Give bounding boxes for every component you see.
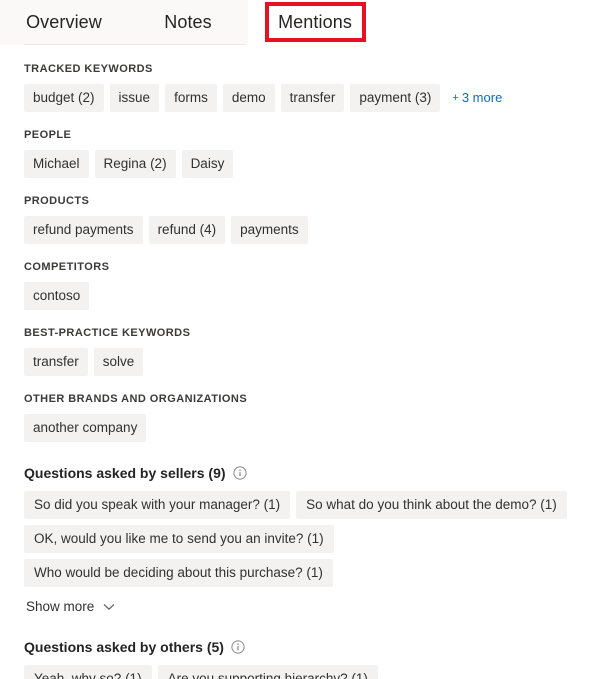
show-more-label: Show more	[26, 599, 95, 614]
chip-brand[interactable]: another company	[24, 414, 147, 442]
chip-row-people: Michael Regina (2) Daisy	[24, 150, 586, 178]
chip-person[interactable]: Daisy	[181, 150, 234, 178]
chip-best-practice-keyword[interactable]: solve	[93, 348, 144, 376]
chip-keyword[interactable]: forms	[165, 84, 217, 112]
section-tracked-keywords: TRACKED KEYWORDS budget (2) issue forms …	[24, 62, 586, 112]
tab-underline	[24, 44, 246, 45]
chip-question[interactable]: So what do you think about the demo? (1)	[296, 491, 567, 519]
chip-question[interactable]: Who would be deciding about this purchas…	[24, 559, 333, 587]
chip-row-questions-others: Yeah, why so? (1) Are you supporting hie…	[24, 665, 586, 679]
show-more-keywords-label: 3 more	[461, 90, 503, 105]
section-header-tracked-keywords: TRACKED KEYWORDS	[24, 63, 153, 75]
section-header-competitors: COMPETITORS	[24, 261, 110, 273]
questions-sellers-header: Questions asked by sellers (9)	[24, 464, 586, 482]
section-header-other-brands: OTHER BRANDS AND ORGANIZATIONS	[24, 393, 248, 405]
tab-bar: Overview Notes Mentions	[0, 0, 600, 45]
tab-notes-label: Notes	[164, 12, 212, 32]
info-icon[interactable]	[232, 466, 247, 480]
chip-keyword[interactable]: transfer	[280, 84, 345, 112]
chip-keyword[interactable]: payment (3)	[350, 84, 441, 112]
chip-row-tracked-keywords: budget (2) issue forms demo transfer pay…	[24, 84, 586, 112]
chip-question[interactable]: Yeah, why so? (1)	[24, 665, 152, 679]
chip-best-practice-keyword[interactable]: transfer	[24, 348, 88, 376]
tab-notes[interactable]: Notes	[128, 0, 248, 45]
chevron-down-icon	[103, 603, 115, 611]
chip-row-other-brands: another company	[24, 414, 586, 442]
tab-mentions-label: Mentions	[278, 12, 352, 32]
chip-row-questions-sellers: So did you speak with your manager? (1) …	[24, 491, 586, 587]
chip-row-products: refund payments refund (4) payments	[24, 216, 586, 244]
chip-keyword[interactable]: issue	[109, 84, 160, 112]
tab-overview-label: Overview	[26, 12, 102, 32]
tab-mentions[interactable]: Mentions	[271, 0, 359, 45]
chip-row-competitors: contoso	[24, 282, 586, 310]
chip-keyword[interactable]: budget (2)	[24, 84, 104, 112]
show-more-keywords-link[interactable]: + 3 more	[446, 84, 504, 112]
chip-keyword[interactable]: demo	[222, 84, 275, 112]
chip-competitor[interactable]: contoso	[24, 282, 90, 310]
mentions-content: TRACKED KEYWORDS budget (2) issue forms …	[0, 62, 600, 679]
section-questions-asked-by-others: Questions asked by others (5) Yeah, why …	[24, 638, 586, 679]
section-other-brands: OTHER BRANDS AND ORGANIZATIONS another c…	[24, 392, 586, 442]
chip-question[interactable]: OK, would you like me to send you an inv…	[24, 525, 334, 553]
section-questions-asked-by-sellers: Questions asked by sellers (9) So did yo…	[24, 464, 586, 616]
show-more-questions-sellers-button[interactable]: Show more	[24, 597, 117, 616]
tab-overview[interactable]: Overview	[0, 0, 128, 45]
mentions-panel: Overview Notes Mentions TRACKED KEYWORDS…	[0, 0, 600, 679]
section-best-practice-keywords: BEST-PRACTICE KEYWORDS transfer solve	[24, 326, 586, 376]
chip-product[interactable]: refund (4)	[148, 216, 226, 244]
info-icon[interactable]	[231, 640, 245, 654]
section-products: PRODUCTS refund payments refund (4) paym…	[24, 194, 586, 244]
chip-row-best-practice-keywords: transfer solve	[24, 348, 586, 376]
chip-product[interactable]: refund payments	[24, 216, 143, 244]
questions-others-title: Questions asked by others (5)	[24, 639, 224, 655]
chip-question[interactable]: Are you supporting hierarchy? (1)	[157, 665, 378, 679]
questions-others-header: Questions asked by others (5)	[24, 638, 586, 656]
questions-sellers-title: Questions asked by sellers (9)	[24, 465, 226, 481]
chip-question[interactable]: So did you speak with your manager? (1)	[24, 491, 291, 519]
chip-person[interactable]: Regina (2)	[94, 150, 176, 178]
section-people: PEOPLE Michael Regina (2) Daisy	[24, 128, 586, 178]
section-header-products: PRODUCTS	[24, 195, 90, 207]
plus-icon: +	[452, 92, 459, 104]
chip-product[interactable]: payments	[231, 216, 308, 244]
chip-person[interactable]: Michael	[24, 150, 89, 178]
section-header-best-practice-keywords: BEST-PRACTICE KEYWORDS	[24, 327, 191, 339]
section-header-people: PEOPLE	[24, 129, 72, 141]
section-competitors: COMPETITORS contoso	[24, 260, 586, 310]
